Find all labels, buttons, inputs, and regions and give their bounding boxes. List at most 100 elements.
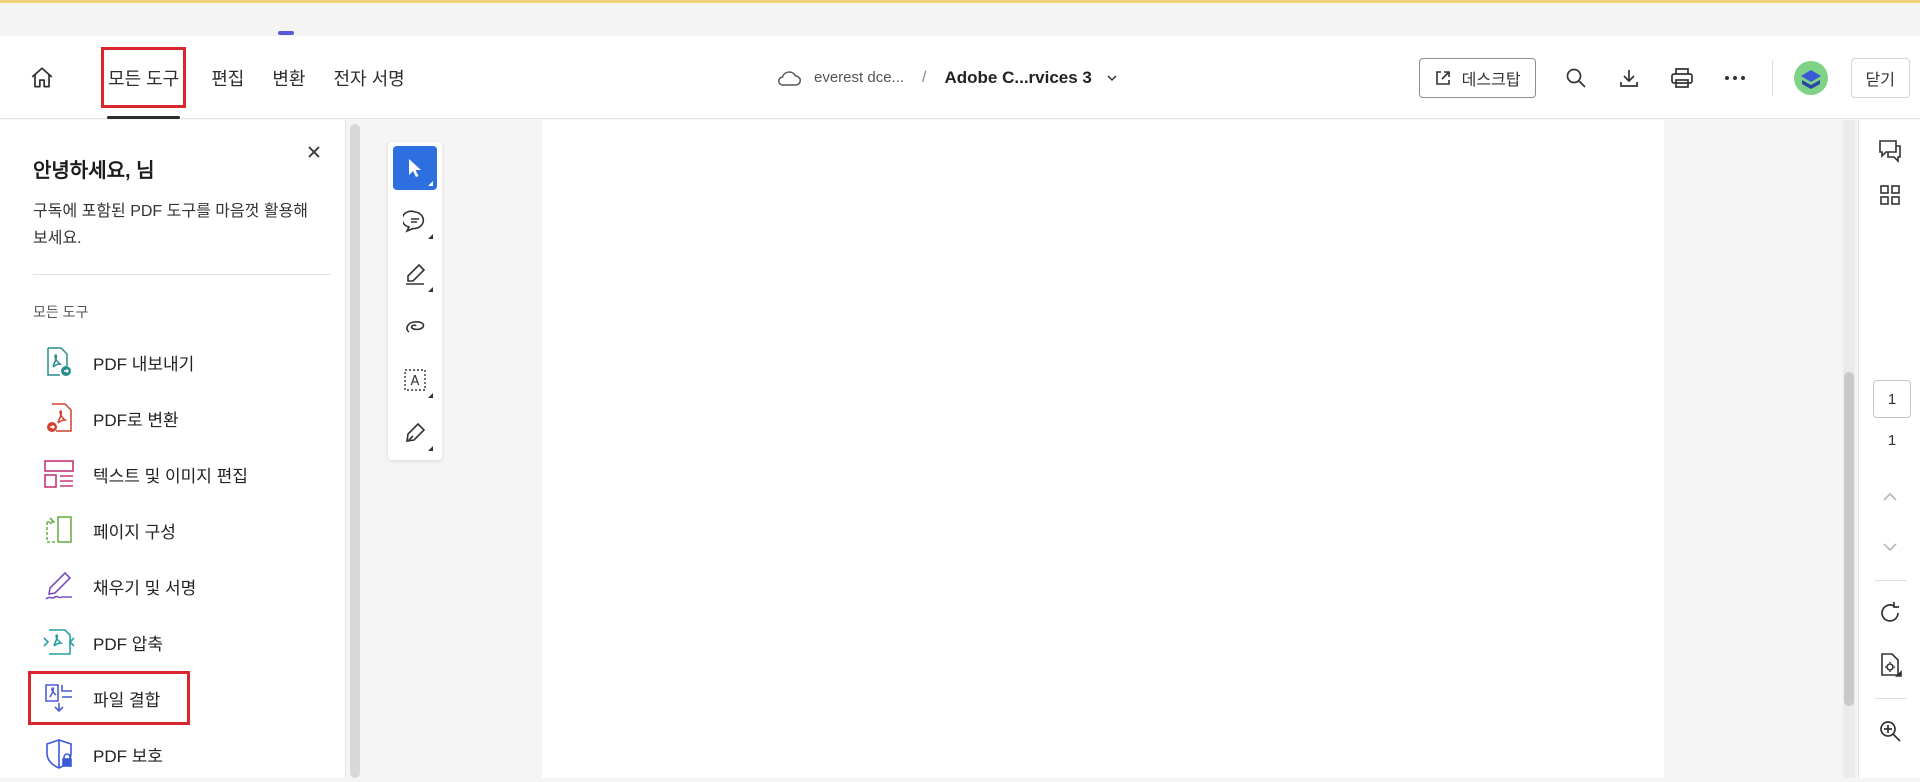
tool-protect-pdf[interactable]: PDF 보호	[27, 726, 327, 782]
tab-convert[interactable]: 변환	[258, 36, 319, 119]
section-label: 모든 도구	[33, 304, 89, 320]
text-box-tool-button[interactable]: A	[393, 358, 437, 402]
page-tools-button[interactable]	[1871, 646, 1909, 684]
edit-text-image-icon	[43, 458, 75, 490]
sign-tool-button[interactable]	[393, 411, 437, 455]
scrollbar-thumb[interactable]	[1844, 372, 1854, 706]
tool-edit-text-image[interactable]: 텍스트 및 이미지 편집	[27, 446, 327, 502]
select-tool-button[interactable]	[393, 146, 437, 190]
open-desktop-button[interactable]: 데스크탑	[1418, 57, 1536, 98]
divider	[1771, 59, 1773, 96]
tool-export-pdf[interactable]: PDF 내보내기	[27, 334, 327, 390]
tool-label: 채우기 및 서명	[93, 578, 197, 598]
panel-scrollbar[interactable]	[350, 124, 360, 778]
top-strip	[0, 0, 1920, 36]
document-name[interactable]: Adobe C...rvices 3	[945, 68, 1092, 88]
next-page-button[interactable]	[1871, 528, 1909, 566]
close-button[interactable]: 닫기	[1850, 57, 1910, 98]
greeting-subtitle: 구독에 포함된 PDF 도구를 마음껏 활용해 보세요.	[33, 203, 309, 247]
comment-icon	[403, 210, 425, 233]
chevron-down-icon[interactable]	[1104, 70, 1120, 86]
current-page-input[interactable]: 1	[1873, 380, 1911, 418]
create-pdf-icon	[43, 402, 75, 434]
draw-icon	[406, 321, 425, 333]
print-icon	[1671, 67, 1693, 88]
print-button[interactable]	[1656, 58, 1709, 98]
tool-combine-files[interactable]: 파일 결합	[27, 670, 191, 726]
document-scrollbar[interactable]	[1843, 120, 1855, 778]
tab-indicator	[278, 31, 294, 35]
right-rail: 1 1	[1858, 120, 1920, 778]
tool-create-pdf[interactable]: PDF로 변환	[27, 390, 327, 446]
rail-divider	[1875, 698, 1907, 699]
tab-edit[interactable]: 편집	[197, 36, 258, 119]
header-actions: 데스크탑 닫기	[1418, 36, 1910, 119]
download-button[interactable]	[1603, 58, 1656, 98]
tool-label: PDF로 변환	[93, 410, 179, 430]
desktop-label: 데스크탑	[1461, 71, 1521, 89]
submenu-indicator	[428, 234, 433, 239]
rail-divider	[1875, 580, 1907, 581]
thumbnails-button[interactable]	[1871, 176, 1909, 214]
main-tabs: 모든 도구 편집 변환 전자 서명	[90, 36, 419, 119]
zoom-in-button[interactable]	[1871, 712, 1909, 750]
more-icon	[1725, 75, 1746, 80]
protect-pdf-icon	[43, 738, 75, 770]
comments-icon	[1879, 140, 1901, 163]
tool-label: 페이지 구성	[93, 522, 176, 542]
combine-files-icon	[43, 682, 75, 714]
tool-organize-pages[interactable]: 페이지 구성	[27, 502, 327, 558]
organize-pages-icon	[43, 514, 75, 546]
grid-icon	[1880, 185, 1900, 205]
tab-e-sign[interactable]: 전자 서명	[320, 36, 419, 119]
select-cursor-icon	[409, 159, 421, 177]
search-button[interactable]	[1550, 58, 1603, 98]
tab-all-tools[interactable]: 모든 도구	[90, 36, 197, 119]
cloud-location[interactable]: everest dce...	[814, 69, 904, 86]
greeting-title: 안녕하세요, 님	[33, 160, 155, 182]
breadcrumb-separator: /	[922, 68, 927, 86]
home-button[interactable]	[22, 58, 62, 98]
tool-label: 파일 결합	[93, 690, 161, 710]
profile-icon	[1793, 60, 1828, 95]
submenu-indicator	[428, 393, 433, 398]
previous-page-button[interactable]	[1871, 478, 1909, 516]
draw-tool-button[interactable]	[393, 305, 437, 349]
quick-tools-toolbar: A	[388, 142, 442, 460]
panel-close-button[interactable]	[302, 140, 326, 164]
rotate-button[interactable]	[1871, 594, 1909, 632]
highlight-icon	[406, 263, 426, 285]
svg-text:A: A	[411, 374, 420, 389]
compress-pdf-icon	[43, 626, 75, 658]
tool-compress-pdf[interactable]: PDF 압축	[27, 614, 327, 670]
tools-panel: 안녕하세요, 님 구독에 포함된 PDF 도구를 마음껏 활용해 보세요. 모든…	[0, 120, 346, 778]
search-icon	[1566, 68, 1586, 88]
zoom-in-icon	[1880, 721, 1901, 742]
highlight-tool-button[interactable]	[393, 252, 437, 296]
submenu-indicator	[428, 287, 433, 292]
comment-tool-button[interactable]	[393, 199, 437, 243]
page-settings-icon	[1881, 653, 1902, 677]
home-icon	[31, 67, 53, 88]
avatar[interactable]	[1793, 60, 1829, 96]
total-pages: 1	[1887, 432, 1897, 449]
close-icon	[308, 146, 320, 158]
comments-button[interactable]	[1871, 132, 1909, 170]
tool-label: PDF 내보내기	[93, 354, 195, 374]
breadcrumb: everest dce... / Adobe C...rvices 3	[776, 36, 1120, 119]
more-button[interactable]	[1709, 58, 1762, 98]
fill-sign-icon	[43, 570, 75, 602]
tool-label: PDF 보호	[93, 746, 164, 766]
tool-list: PDF 내보내기 PDF로 변환 텍스트 및 이미지 편집 페이지 구성 채우기…	[27, 334, 327, 782]
chevron-up-icon	[1883, 492, 1897, 501]
submenu-indicator	[428, 446, 433, 451]
sign-icon	[406, 422, 426, 442]
download-icon	[1620, 69, 1638, 87]
chevron-down-icon	[1883, 543, 1897, 552]
rotate-icon	[1881, 602, 1899, 622]
tool-label: PDF 압축	[93, 634, 164, 654]
pdf-page[interactable]	[542, 120, 1664, 778]
submenu-indicator	[428, 181, 433, 186]
tool-fill-sign[interactable]: 채우기 및 서명	[27, 558, 327, 614]
panel-divider	[33, 274, 331, 275]
